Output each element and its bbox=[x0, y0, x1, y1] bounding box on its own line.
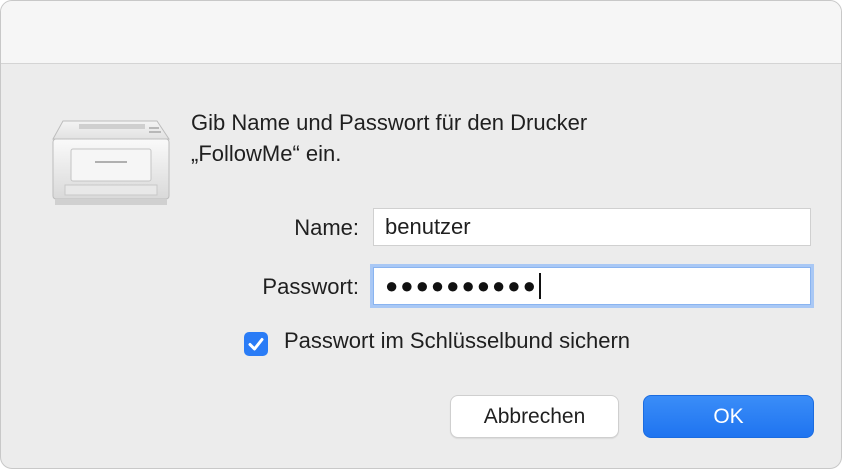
message-line-2: „FollowMe“ ein. bbox=[191, 141, 342, 166]
cancel-button[interactable]: Abbrechen bbox=[450, 395, 619, 438]
checkmark-icon bbox=[248, 338, 264, 351]
remember-password-label[interactable]: Passwort im Schlüsselbund sichern bbox=[284, 328, 630, 354]
password-masked-value: ●●●●●●●●●● bbox=[385, 273, 538, 298]
dialog-message: Gib Name und Passwort für den Drucker „F… bbox=[191, 107, 751, 169]
name-input[interactable]: benutzer bbox=[373, 208, 811, 246]
password-input[interactable]: ●●●●●●●●●● bbox=[373, 267, 811, 305]
ok-button[interactable]: OK bbox=[643, 395, 814, 438]
message-line-1: Gib Name und Passwort für den Drucker bbox=[191, 110, 588, 135]
printer-auth-dialog: Gib Name und Passwort für den Drucker „F… bbox=[0, 0, 842, 469]
password-label: Passwort: bbox=[262, 274, 359, 299]
name-input-value: benutzer bbox=[385, 214, 471, 239]
title-bar[interactable] bbox=[1, 1, 841, 64]
printer-icon bbox=[49, 109, 173, 209]
name-label: Name: bbox=[294, 215, 359, 240]
text-caret bbox=[538, 272, 541, 299]
remember-password-checkbox[interactable] bbox=[244, 332, 268, 356]
